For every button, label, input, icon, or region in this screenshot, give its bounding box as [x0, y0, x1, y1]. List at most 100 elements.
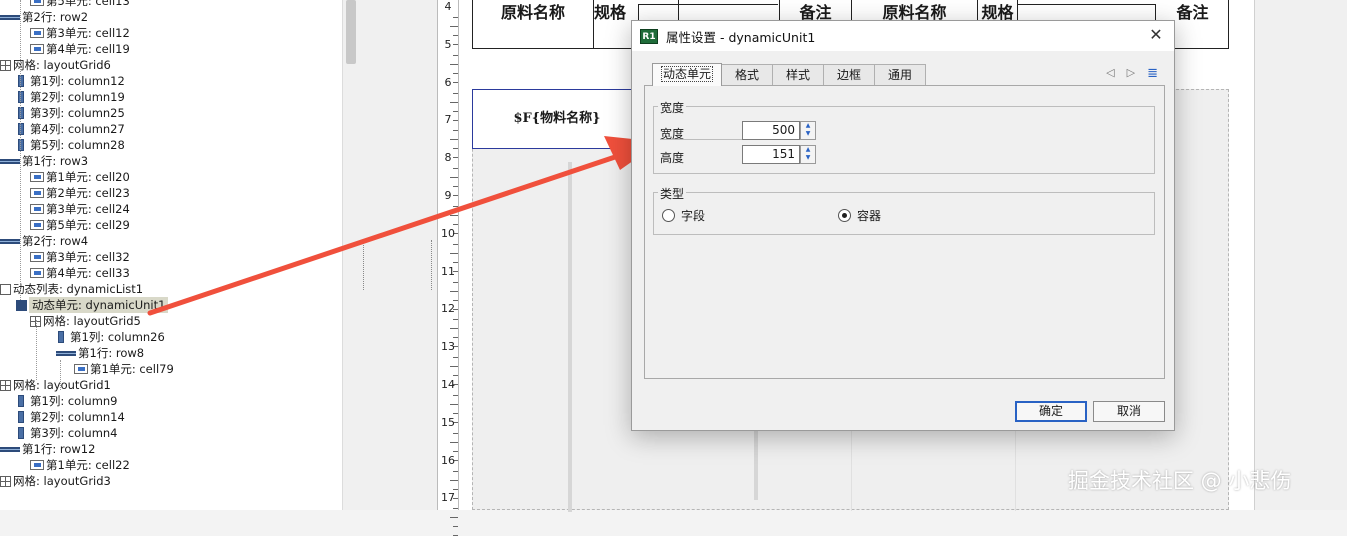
ruler-tick	[450, 366, 458, 368]
ok-button[interactable]: 确定	[1015, 401, 1087, 422]
tab-general[interactable]: 通用	[874, 64, 927, 85]
tab-format[interactable]: 格式	[721, 64, 774, 85]
height-input[interactable]: 151	[742, 145, 800, 164]
spin-down-icon[interactable]: ▼	[801, 154, 815, 162]
tab-panel-dynamic-unit: 宽度 宽度 高度 500 ▲ ▼ 151 ▲ ▼ 类型 字段 容器	[644, 85, 1165, 379]
tree-item[interactable]: 第5单元: cell13	[30, 0, 130, 9]
tree-scrollbar[interactable]	[342, 0, 358, 510]
tree-item[interactable]: 第2行: row4	[0, 233, 88, 249]
type-group-title: 类型	[658, 185, 687, 202]
column-icon	[18, 427, 24, 439]
ruler-tick	[453, 54, 458, 56]
tree-item[interactable]: 第1列: column12	[16, 73, 125, 89]
property-dialog[interactable]: R1 属性设置 - dynamicUnit1 ✕ 动态单元 格式 样式 边框 通…	[631, 20, 1175, 431]
tab-dynamic-unit[interactable]: 动态单元	[652, 63, 723, 86]
tree-item[interactable]: 第5列: column28	[16, 137, 125, 153]
tree-item[interactable]: 第2列: column14	[16, 409, 125, 425]
tree-item[interactable]: 第1行: row12	[0, 441, 95, 457]
tree-item-label: 第2行: row2	[22, 10, 89, 24]
tab-label: 边框	[837, 68, 862, 82]
dialog-title: 属性设置 - dynamicUnit1	[666, 29, 816, 45]
ruler-tick	[453, 319, 458, 321]
cell-icon	[30, 252, 44, 262]
tree-item[interactable]: 第3单元: cell32	[30, 249, 130, 265]
close-icon[interactable]: ✕	[1146, 25, 1166, 45]
tree-item[interactable]: 第2单元: cell23	[30, 185, 130, 201]
column-icon	[18, 107, 24, 119]
tree-item[interactable]: 第3单元: cell12	[30, 25, 130, 41]
tab-navigation: ◁ ▷ ≣	[1106, 66, 1158, 81]
tab-menu-icon[interactable]: ≣	[1147, 66, 1158, 81]
ruler-tick	[450, 177, 458, 179]
tree-item[interactable]: 第4单元: cell19	[30, 41, 130, 57]
tree-item[interactable]: 第1单元: cell79	[74, 361, 174, 377]
tree-item[interactable]: 第1列: column26	[56, 329, 165, 345]
panel-splitter[interactable]	[358, 0, 370, 510]
ruler-tick	[453, 508, 458, 510]
header-cell[interactable]: 原料名称	[473, 0, 594, 48]
tree-item[interactable]: 第4列: column27	[16, 121, 125, 137]
dialog-title-bar[interactable]: R1 属性设置 - dynamicUnit1 ✕	[632, 21, 1174, 51]
tree-item[interactable]: 第1行: row3	[0, 153, 88, 169]
ruler-tick	[453, 148, 458, 150]
radio-container[interactable]: 容器	[838, 207, 881, 224]
tree-item[interactable]: 网格: layoutGrid1	[0, 377, 111, 393]
radio-container-dot[interactable]	[838, 209, 851, 222]
radio-field-dot[interactable]	[662, 209, 675, 222]
tree-item-label: 第4单元: cell33	[46, 266, 130, 280]
ruler-tick	[453, 17, 458, 18]
tree-item[interactable]: 第1单元: cell22	[30, 457, 130, 473]
ruler-tick	[453, 470, 458, 472]
ruler-tick	[453, 337, 458, 339]
tree-item[interactable]: 第2列: column19	[16, 89, 125, 105]
tree-item[interactable]: 网格: layoutGrid6	[0, 57, 111, 73]
tree-item[interactable]: 第1列: column9	[16, 393, 118, 409]
radio-field[interactable]: 字段	[662, 207, 705, 224]
tab-prev-icon[interactable]: ◁	[1106, 66, 1114, 81]
list-icon	[0, 283, 11, 295]
splitter-grip[interactable]	[363, 240, 365, 290]
field-cell-material-name[interactable]: $F{物料名称}	[472, 89, 642, 149]
tree-item[interactable]: 动态列表: dynamicList1	[0, 281, 143, 297]
ruler-tick	[450, 328, 458, 330]
tab-next-icon[interactable]: ▷	[1127, 66, 1135, 81]
tree-item[interactable]: 动态单元: dynamicUnit1	[16, 297, 169, 313]
row-icon	[0, 14, 20, 20]
ruler-number: 10	[441, 226, 455, 240]
tab-border[interactable]: 边框	[823, 64, 876, 85]
tree-item-label: 第1列: column12	[30, 74, 125, 88]
tree-item[interactable]: 第2行: row2	[0, 9, 88, 25]
tree-item[interactable]: 第3列: column4	[16, 425, 118, 441]
spin-up-icon[interactable]: ▲	[801, 122, 815, 130]
ruler-tick	[450, 517, 458, 519]
ruler-tick	[453, 450, 458, 452]
width-input[interactable]: 500	[742, 121, 800, 140]
ruler-splitter-grip[interactable]	[431, 240, 433, 290]
tree-item[interactable]: 第1行: row8	[56, 345, 144, 361]
spin-up-icon[interactable]: ▲	[801, 146, 815, 154]
tree-item[interactable]: 第4单元: cell33	[30, 265, 130, 281]
tree-item-label: 网格: layoutGrid1	[13, 378, 111, 392]
structure-tree[interactable]: 第5单元: cell13 第2行: row2 第3单元: cell12 第4单元: c…	[0, 0, 342, 510]
cancel-button[interactable]: 取消	[1093, 401, 1165, 422]
ruler-tick	[450, 404, 458, 405]
tree-item[interactable]: 第3单元: cell24	[30, 201, 130, 217]
tab-label: 样式	[786, 68, 811, 82]
spin-down-icon[interactable]: ▼	[801, 130, 815, 138]
cell-icon	[30, 0, 44, 6]
tree-item-label: 第1行: row12	[22, 442, 96, 456]
tree-item[interactable]: 网格: layoutGrid3	[0, 473, 111, 489]
tree-item[interactable]: 网格: layoutGrid5	[30, 313, 141, 329]
tree-item[interactable]: 第5单元: cell29	[30, 217, 130, 233]
tree-item[interactable]: 第1单元: cell20	[30, 169, 130, 185]
column-icon	[18, 411, 24, 423]
tree-item[interactable]: 第3列: column25	[16, 105, 125, 121]
tab-style[interactable]: 样式	[772, 64, 825, 85]
width-spinner[interactable]: ▲ ▼	[800, 121, 816, 140]
height-spinner[interactable]: ▲ ▼	[800, 145, 816, 164]
tree-item-label: 第1行: row8	[78, 346, 145, 360]
tree-scrollbar-thumb[interactable]	[346, 0, 356, 64]
tree-connector	[20, 0, 21, 300]
ruler-tick	[453, 432, 458, 434]
ruler-tick	[453, 395, 458, 396]
